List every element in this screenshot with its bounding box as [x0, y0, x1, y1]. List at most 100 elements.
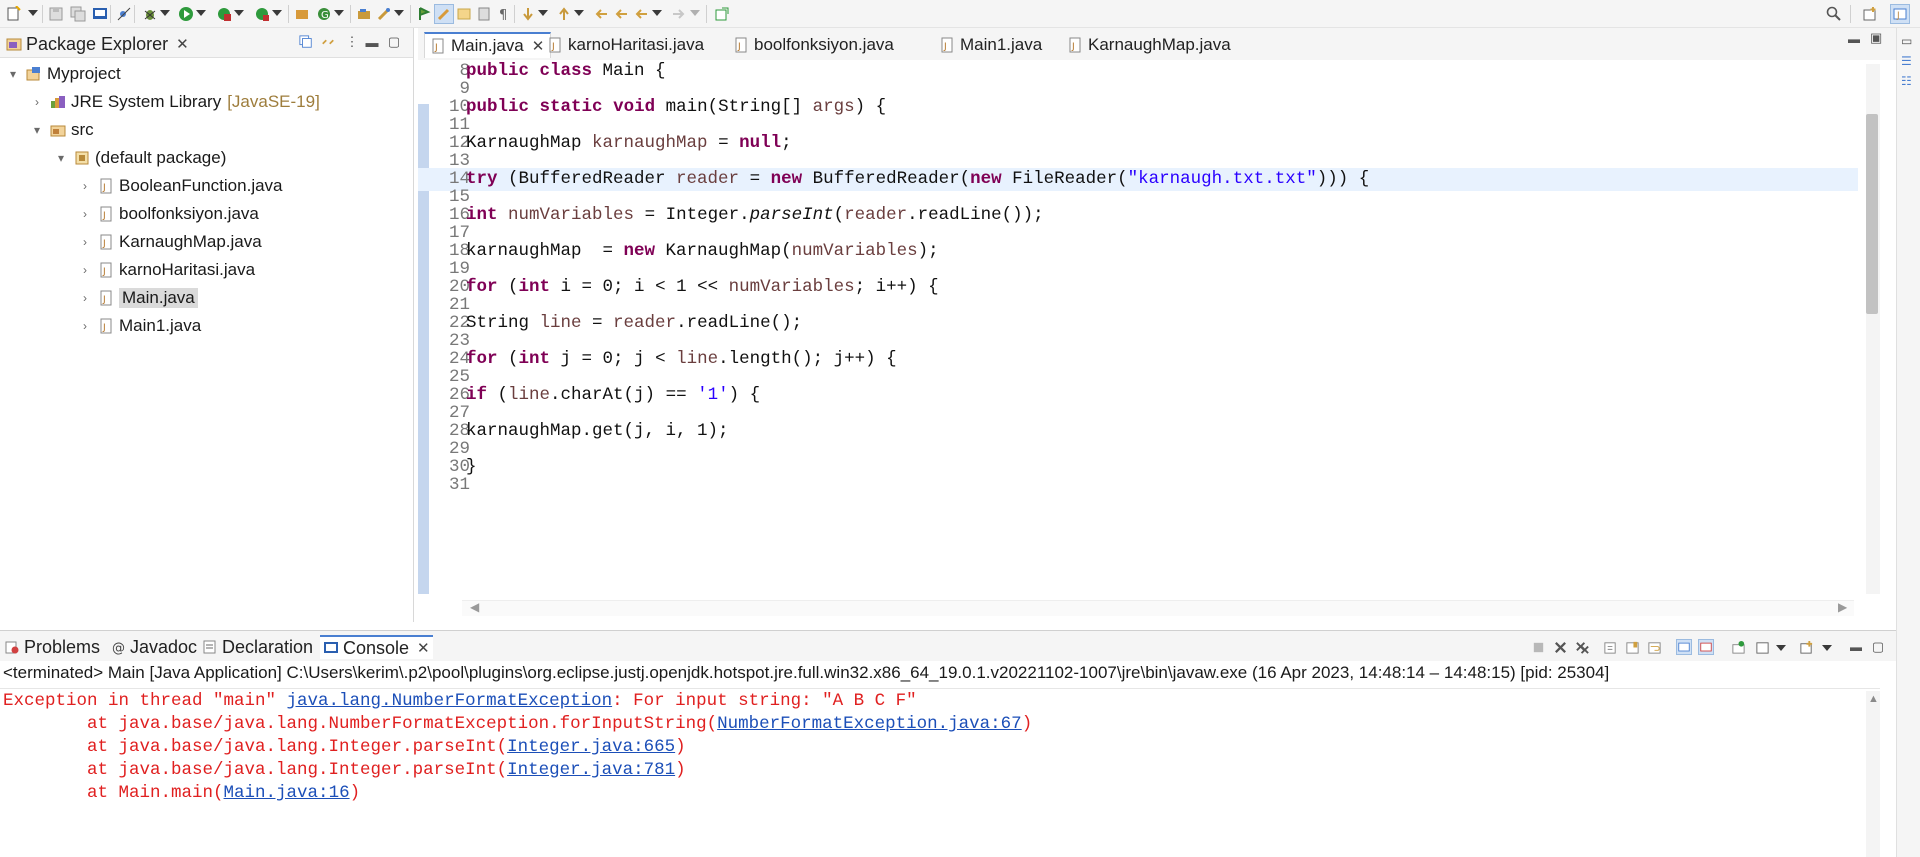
back-icon[interactable] — [612, 4, 632, 24]
tree-item-main-java[interactable]: › J Main.java — [78, 286, 198, 310]
java-perspective-icon[interactable]: J — [1890, 4, 1910, 24]
pin-console-icon[interactable] — [1730, 639, 1746, 655]
back-dropdown-icon[interactable] — [652, 10, 662, 16]
open-type-icon[interactable] — [354, 4, 374, 24]
previous-annotation-dropdown-icon[interactable] — [574, 10, 584, 16]
maximize-icon[interactable]: ▢ — [386, 34, 402, 50]
tree-item-src[interactable]: ▾ src — [30, 118, 94, 142]
display-selected-console-icon[interactable] — [1754, 639, 1770, 655]
minimize-icon[interactable]: ▬ — [1848, 639, 1864, 655]
terminal-icon[interactable] — [90, 4, 110, 24]
tab-main1-java[interactable]: J Main1.java — [934, 32, 1048, 58]
tree-item-booleanfunction-java[interactable]: › J BooleanFunction.java — [78, 174, 283, 198]
remove-launch-icon[interactable] — [1552, 639, 1568, 655]
coverage-icon[interactable] — [214, 4, 234, 24]
open-console-icon[interactable] — [1798, 639, 1814, 655]
tab-karnaughmap-java[interactable]: J KarnaughMap.java — [1062, 32, 1237, 58]
tree-item-myproject[interactable]: ▾ Myproject — [6, 62, 121, 86]
expand-toggle-icon[interactable]: › — [78, 207, 92, 221]
next-annotation-dropdown-icon[interactable] — [538, 10, 548, 16]
minimize-icon[interactable]: ▬ — [364, 34, 380, 50]
coverage-dropdown-icon[interactable] — [234, 10, 244, 16]
clear-console-icon[interactable] — [1602, 639, 1618, 655]
minimize-icon[interactable]: ▬ — [1848, 32, 1860, 46]
expand-toggle-icon[interactable]: › — [78, 291, 92, 305]
show-console-on-stdout-icon[interactable] — [1676, 639, 1692, 655]
link-with-editor-icon[interactable] — [320, 34, 336, 50]
search-dropdown-icon[interactable] — [394, 10, 404, 16]
editor-scroll-thumb[interactable] — [1866, 114, 1878, 314]
maximize-icon[interactable]: ▢ — [1870, 639, 1886, 655]
tab-karnoharitasi-java[interactable]: J karnoHaritasi.java — [542, 32, 710, 58]
tab-boolfonksiyon-java[interactable]: J boolfonksiyon.java — [728, 32, 900, 58]
quick-access-search-icon[interactable] — [1824, 4, 1844, 24]
new-file-icon[interactable] — [4, 4, 24, 24]
stacktrace-link[interactable]: java.lang.NumberFormatException — [287, 691, 613, 711]
external-tools-icon[interactable] — [252, 4, 272, 24]
save-all-icon[interactable] — [68, 4, 88, 24]
expand-toggle-icon[interactable]: ▾ — [6, 67, 20, 81]
new-java-project-icon[interactable] — [292, 4, 312, 24]
new-dropdown-icon-2[interactable] — [334, 10, 344, 16]
tab-javadoc[interactable]: @ Javadoc — [110, 635, 197, 659]
expand-toggle-icon[interactable]: ▾ — [30, 123, 44, 137]
code-text-area[interactable]: 8 public class Main { 9 10 public static v… — [418, 60, 1858, 592]
forward-disabled-icon[interactable] — [668, 4, 688, 24]
tab-declaration[interactable]: Declaration — [202, 635, 313, 659]
stacktrace-link[interactable]: Integer.java:781 — [507, 760, 675, 780]
maximize-icon[interactable]: ▣ — [1870, 30, 1882, 46]
task-list-icon[interactable]: ☷ — [1901, 74, 1912, 88]
expand-toggle-icon[interactable]: › — [78, 179, 92, 193]
outline-view-icon[interactable]: ☰ — [1901, 54, 1912, 68]
scroll-left-icon[interactable]: ◀ — [470, 600, 479, 614]
scroll-right-icon[interactable]: ▶ — [1838, 600, 1847, 614]
expand-toggle-icon[interactable]: ▾ — [54, 151, 68, 165]
terminate-icon[interactable] — [1530, 639, 1546, 655]
open-console-dropdown-icon[interactable] — [1822, 645, 1832, 651]
close-icon[interactable]: ✕ — [176, 35, 189, 53]
tab-console[interactable]: Console ✕ — [320, 635, 433, 659]
pin-editor-icon[interactable] — [712, 4, 732, 24]
last-edit-location-icon[interactable] — [592, 4, 612, 24]
tree-item-karnoharitasi-java[interactable]: › J karnoHaritasi.java — [78, 258, 255, 282]
tab-main-java[interactable]: J Main.java ✕ — [424, 32, 552, 58]
debug-icon[interactable] — [140, 4, 160, 24]
show-console-on-stderr-icon[interactable] — [1698, 639, 1714, 655]
next-annotation-icon[interactable] — [518, 4, 538, 24]
restore-icon[interactable]: ▭ — [1901, 34, 1912, 48]
forward-dropdown-icon[interactable] — [690, 10, 700, 16]
tree-item-main1-java[interactable]: › J Main1.java — [78, 314, 201, 338]
word-wrap-icon[interactable] — [1646, 639, 1662, 655]
search-icon[interactable] — [374, 4, 394, 24]
toggle-mark-occurrences-icon[interactable] — [414, 4, 434, 24]
tree-item-boolfonksiyon-java[interactable]: › J boolfonksiyon.java — [78, 202, 259, 226]
stacktrace-link[interactable]: Main.java:16 — [224, 783, 350, 803]
expand-toggle-icon[interactable]: › — [30, 95, 44, 109]
skip-breakpoints-icon[interactable] — [114, 4, 134, 24]
show-whitespace-icon[interactable] — [474, 4, 494, 24]
block-selection-icon[interactable] — [454, 4, 474, 24]
open-perspective-icon[interactable] — [1860, 4, 1880, 24]
stacktrace-link[interactable]: Integer.java:665 — [507, 737, 675, 757]
forward-icon[interactable] — [632, 4, 652, 24]
close-icon[interactable]: ✕ — [417, 639, 430, 657]
external-tools-dropdown-icon[interactable] — [272, 10, 282, 16]
remove-all-terminated-icon[interactable] — [1574, 639, 1590, 655]
toggle-highlight-icon[interactable] — [434, 4, 454, 24]
run-dropdown-icon[interactable] — [196, 10, 206, 16]
editor-horizontal-scrollbar[interactable] — [462, 600, 1854, 616]
tab-package-explorer[interactable]: Package Explorer ✕ — [6, 32, 189, 56]
new-dropdown-icon[interactable] — [28, 10, 38, 16]
tree-item-jre-system-library[interactable]: › JRE System Library [JavaSE-19] — [30, 90, 320, 114]
save-icon[interactable] — [46, 4, 66, 24]
expand-toggle-icon[interactable]: › — [78, 263, 92, 277]
display-console-dropdown-icon[interactable] — [1776, 645, 1786, 651]
expand-toggle-icon[interactable]: › — [78, 319, 92, 333]
tree-item-karnaughmap-java[interactable]: › J KarnaughMap.java — [78, 230, 262, 254]
scroll-lock-icon[interactable] — [1624, 639, 1640, 655]
tree-item-default-package[interactable]: ▾ (default package) — [54, 146, 226, 170]
scroll-up-icon[interactable]: ▲ — [1868, 693, 1879, 705]
expand-toggle-icon[interactable]: › — [78, 235, 92, 249]
debug-dropdown-icon[interactable] — [160, 10, 170, 16]
view-menu-icon[interactable]: ⋮ — [344, 34, 360, 50]
